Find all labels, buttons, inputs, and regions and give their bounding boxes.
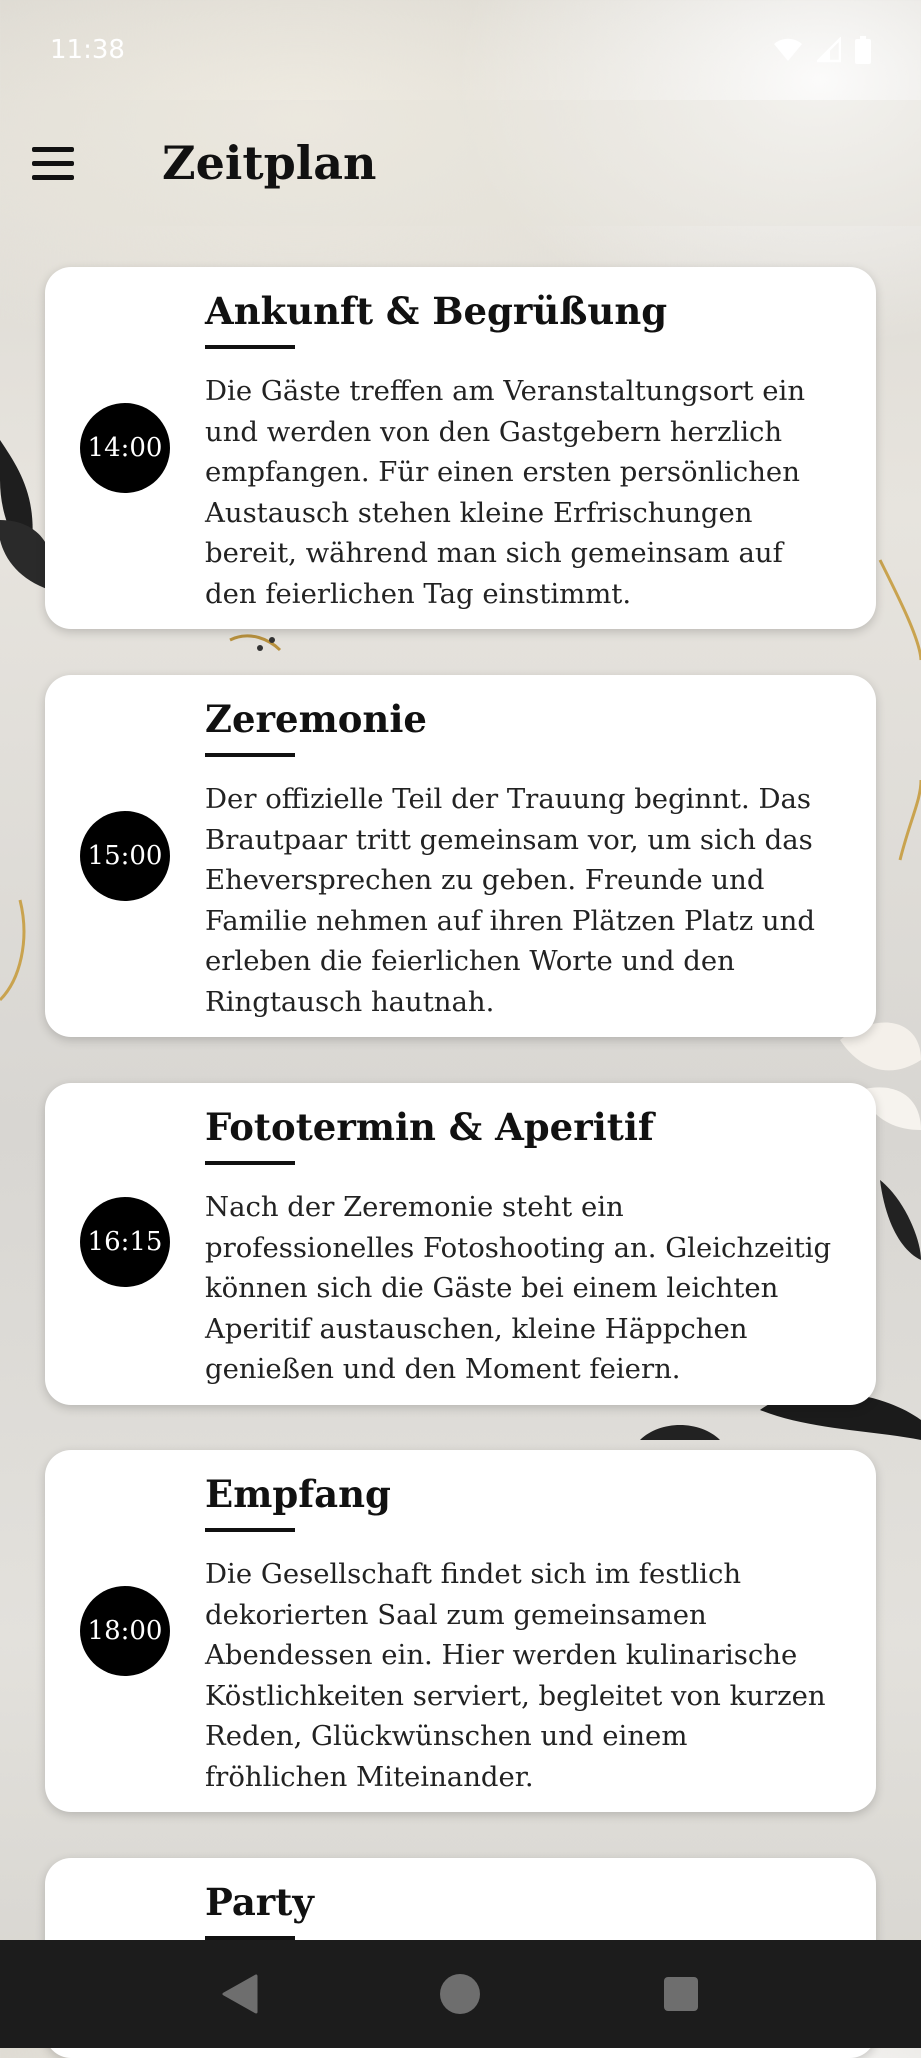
back-button[interactable] [205, 1959, 275, 2029]
event-description: Nach der Zeremonie steht ein professione… [205, 1191, 832, 1386]
event-card[interactable]: 18:00 Empfang Die Gesellschaft findet si… [45, 1450, 876, 1812]
time-badge: 18:00 [80, 1586, 170, 1676]
event-card[interactable]: 14:00 Ankunft & Begrüßung Die Gäste tref… [45, 267, 876, 629]
home-icon [440, 1974, 481, 2014]
event-card[interactable]: 15:00 Zeremonie Der offizielle Teil der … [45, 675, 876, 1037]
event-title: Fototermin & Aperitif [205, 1105, 654, 1149]
recents-icon [663, 1977, 698, 2011]
menu-icon-line [32, 174, 74, 180]
signal-icon [817, 37, 841, 63]
event-content: Empfang Die Gesellschaft findet sich im … [205, 1472, 836, 1797]
time-badge: 14:00 [80, 403, 170, 493]
time-badge: 16:15 [80, 1197, 170, 1287]
event-content: Zeremonie Der offizielle Teil der Trauun… [205, 697, 836, 1022]
page-title: Zeitplan [162, 136, 377, 190]
event-card[interactable]: 16:15 Fototermin & Aperitif Nach der Zer… [45, 1083, 876, 1405]
event-content: Fototermin & Aperitif Nach der Zeremonie… [205, 1105, 836, 1390]
app-bar: Zeitplan [0, 100, 921, 226]
event-description: Die Gäste treffen am Veranstaltungsort e… [205, 375, 806, 610]
menu-icon-line [32, 160, 74, 166]
title-underline [205, 753, 295, 758]
event-title: Ankunft & Begrüßung [205, 289, 668, 333]
event-description: Der offizielle Teil der Trauung beginnt.… [205, 783, 815, 1018]
event-description: Die Gesellschaft findet sich im festlich… [205, 1558, 826, 1793]
title-underline [205, 345, 295, 350]
time-badge: 15:00 [80, 811, 170, 901]
title-underline [205, 1528, 295, 1533]
menu-button[interactable] [32, 133, 92, 193]
battery-icon [855, 36, 871, 64]
event-content: Ankunft & Begrüßung Die Gäste treffen am… [205, 289, 836, 614]
event-title: Zeremonie [205, 697, 427, 741]
recents-button[interactable] [646, 1959, 716, 2029]
wifi-icon [774, 38, 802, 61]
system-navigation-bar [0, 1940, 921, 2048]
back-icon [222, 1974, 258, 2014]
status-bar: 11:38 [0, 0, 921, 100]
home-button[interactable] [425, 1959, 495, 2029]
status-time: 11:38 [50, 35, 125, 65]
status-icons [773, 36, 871, 64]
event-title: Empfang [205, 1472, 391, 1516]
event-title: Party [205, 1880, 314, 1924]
title-underline [205, 1161, 295, 1166]
menu-icon-line [32, 146, 74, 152]
